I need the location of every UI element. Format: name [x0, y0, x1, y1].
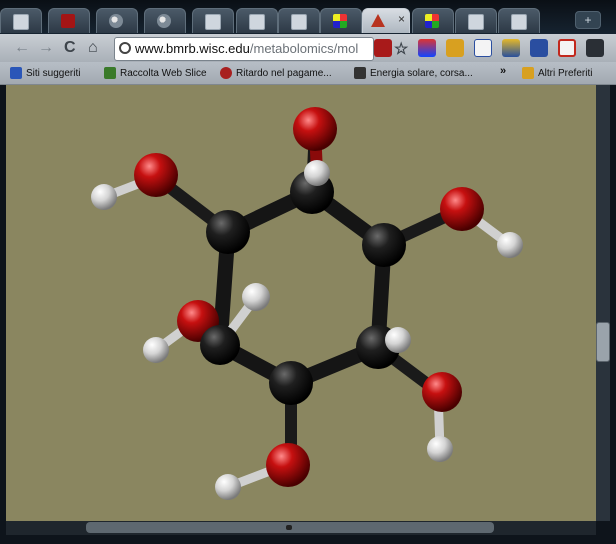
- doc-icon: [468, 14, 484, 30]
- atoms: [91, 107, 523, 500]
- bookmark-ritardo[interactable]: Ritardo nel pagame...: [220, 65, 332, 81]
- swirl-icon: [157, 14, 171, 28]
- oxygen-atom: [293, 107, 337, 151]
- oxygen-atom: [266, 443, 310, 487]
- scroll-grip-icon: [286, 525, 292, 530]
- msn-icon: [425, 14, 439, 28]
- tab-10[interactable]: [412, 8, 454, 33]
- bookmarks-overflow-button[interactable]: »: [500, 65, 506, 77]
- url-path: /metabolomics/mol: [249, 41, 359, 56]
- hydrogen-atom: [215, 474, 241, 500]
- home-button[interactable]: ⌂: [88, 39, 98, 57]
- vertical-scrollbar[interactable]: [596, 85, 610, 521]
- tab-4[interactable]: [144, 8, 186, 33]
- doc-icon: [205, 14, 221, 30]
- carbon-atom: [200, 325, 240, 365]
- wrench-icon[interactable]: [586, 39, 604, 57]
- tab-11[interactable]: [455, 8, 497, 33]
- doc-icon: [291, 14, 307, 30]
- doc-icon: [13, 14, 29, 30]
- oxygen-atom: [422, 372, 462, 412]
- bookmark-siti-suggeriti[interactable]: Siti suggeriti: [10, 65, 80, 81]
- vertical-scrollbar-thumb[interactable]: [596, 322, 610, 362]
- tab-strip: × +: [0, 0, 616, 34]
- folder-icon[interactable]: [446, 39, 464, 57]
- doc-icon: [511, 14, 527, 30]
- reload-button[interactable]: C: [64, 39, 76, 57]
- carbon-atom: [362, 223, 406, 267]
- bookmark-icon: [354, 67, 366, 79]
- bookmark-label: Siti suggeriti: [26, 67, 81, 79]
- new-tab-button[interactable]: +: [575, 11, 601, 29]
- tab-2[interactable]: [48, 8, 90, 33]
- close-tab-icon[interactable]: ×: [398, 12, 405, 26]
- url-text: www.bmrb.wisc.edu/metabolomics/mol: [135, 41, 358, 56]
- hydrogen-atom: [304, 160, 330, 186]
- hydrogen-atom: [385, 327, 411, 353]
- other-bookmarks[interactable]: Altri Preferiti: [522, 65, 592, 81]
- bookmark-label: Ritardo nel pagame...: [236, 67, 332, 79]
- hydrogen-atom: [497, 232, 523, 258]
- bookmarks-bar: Siti suggeriti Raccolta Web Slice Ritard…: [0, 62, 616, 85]
- globe-icon: [119, 42, 131, 54]
- facebook-icon[interactable]: [530, 39, 548, 57]
- hydrogen-atom: [91, 184, 117, 210]
- oxygen-atom: [134, 153, 178, 197]
- mail-icon[interactable]: [474, 39, 492, 57]
- oxygen-atom: [440, 187, 484, 231]
- bookmark-icon: [104, 67, 116, 79]
- tab-8[interactable]: [320, 8, 362, 33]
- carbon-atom: [206, 210, 250, 254]
- forward-button[interactable]: →: [38, 39, 54, 57]
- red-square-icon: [61, 14, 75, 28]
- bookmark-energia[interactable]: Energia solare, corsa...: [354, 65, 473, 81]
- tab-6[interactable]: [236, 8, 278, 33]
- other-bookmarks-label: Altri Preferiti: [538, 67, 593, 79]
- doc-icon: [249, 14, 265, 30]
- inbox-icon[interactable]: [502, 39, 520, 57]
- tab-5[interactable]: [192, 8, 234, 33]
- bookmark-label: Energia solare, corsa...: [370, 67, 473, 79]
- molecule-3d-model[interactable]: [6, 85, 596, 521]
- toolbar: ← → C ⌂ www.bmrb.wisc.edu/metabolomics/m…: [0, 34, 616, 62]
- tab-12[interactable]: [498, 8, 540, 33]
- extension-warn-icon[interactable]: [418, 39, 436, 57]
- back-button[interactable]: ←: [14, 39, 30, 57]
- bookmark-star-button[interactable]: ☆: [394, 39, 408, 59]
- bookmark-icon: [10, 67, 22, 79]
- browser-window: × + ← → C ⌂ www.bmrb.wisc.edu/metabolomi…: [0, 0, 616, 544]
- hydrogen-atom: [242, 283, 270, 311]
- carbon-atom: [269, 361, 313, 405]
- bookmark-label: Raccolta Web Slice: [120, 67, 207, 79]
- folder-icon: [522, 67, 534, 79]
- gmail-icon[interactable]: [558, 39, 576, 57]
- address-bar[interactable]: www.bmrb.wisc.edu/metabolomics/mol: [114, 37, 374, 61]
- extension-red-icon[interactable]: [374, 39, 392, 57]
- bookmark-icon: [220, 67, 232, 79]
- url-domain: www.bmrb.wisc.edu: [135, 41, 250, 56]
- hydrogen-atom: [143, 337, 169, 363]
- tab-3[interactable]: [96, 8, 138, 33]
- horizontal-scrollbar-thumb[interactable]: [86, 522, 494, 533]
- hydrogen-atom: [427, 436, 453, 462]
- molecule-site-icon: [371, 14, 385, 27]
- molecule-viewer[interactable]: [6, 85, 596, 521]
- tab-active[interactable]: ×: [362, 8, 410, 33]
- msn-icon: [333, 14, 347, 28]
- bookmark-web-slice[interactable]: Raccolta Web Slice: [104, 65, 207, 81]
- tab-7[interactable]: [278, 8, 320, 33]
- swirl-icon: [109, 14, 123, 28]
- tab-1[interactable]: [0, 8, 42, 33]
